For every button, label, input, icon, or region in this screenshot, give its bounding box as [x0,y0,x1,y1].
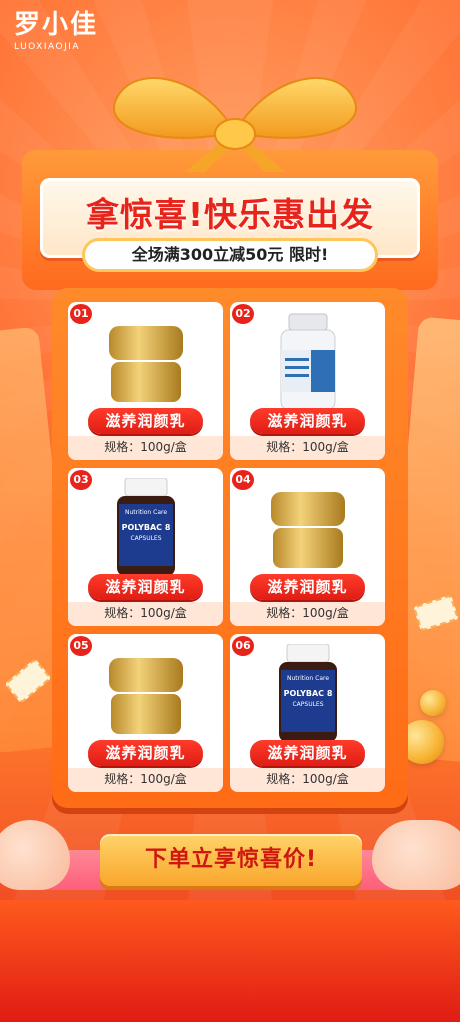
product-spec: 规格：100g/盒 [68,768,223,792]
product-spec: 规格：100g/盒 [230,436,385,460]
product-name: 滋养润颜乳 [250,740,365,766]
product-card-3[interactable]: 03 Nutrition Care POLYBAC 8 CAPSULES 滋养润… [68,468,223,626]
bottle-form: CAPSULES [292,701,323,708]
product-image [246,478,369,578]
logo-text-cn: 罗小佳 [14,10,99,40]
product-name: 滋养润颜乳 [250,574,365,600]
gold-jar-icon [270,492,345,568]
product-name: 滋养润颜乳 [88,740,203,766]
product-image [84,312,207,412]
brand-logo: 罗小佳 LUOXIAOJIA [14,10,98,52]
product-card-5[interactable]: 05 滋养润颜乳 规格：100g/盒 [68,634,223,792]
bottle-product: POLYBAC 8 [121,523,170,532]
order-now-button[interactable]: 下单立享惊喜价! [100,834,362,886]
product-card-6[interactable]: 06 Nutrition Care POLYBAC 8 CAPSULES 滋养润… [230,634,385,792]
promo-subtitle: 全场满300立减50元 限时! [82,238,378,272]
product-name: 滋养润颜乳 [88,574,203,600]
gold-jar-icon [108,326,183,402]
logo-text-en: LUOXIAOJIA [14,42,81,52]
bottle-product: POLYBAC 8 [283,689,332,698]
product-image: Nutrition Care POLYBAC 8 CAPSULES [84,478,207,578]
gold-jar-icon [108,658,183,734]
product-spec: 规格：100g/盒 [230,602,385,626]
product-card-2[interactable]: 02 滋养润颜乳 规格：100g/盒 [230,302,385,460]
product-name: 滋养润颜乳 [88,408,203,434]
right-hand-icon [372,820,460,890]
dark-bottle-icon: Nutrition Care POLYBAC 8 CAPSULES [278,644,337,742]
bottle-form: CAPSULES [130,535,161,542]
product-image [246,312,369,412]
ribbon-bow-icon [113,77,357,172]
product-image [84,644,207,744]
dark-bottle-icon: Nutrition Care POLYBAC 8 CAPSULES [116,478,175,576]
coin-icon [420,690,446,716]
product-card-1[interactable]: 01 滋养润颜乳 规格：100g/盒 [68,302,223,460]
bottle-brand: Nutrition Care [124,509,166,516]
product-name: 滋养润颜乳 [250,408,365,434]
page-title: 拿惊喜!快乐惠出发 [85,195,375,234]
product-spec: 规格：100g/盒 [68,602,223,626]
white-bottle-icon [280,313,335,411]
bottom-base [0,900,460,1022]
product-spec: 规格：100g/盒 [230,768,385,792]
bottle-brand: Nutrition Care [286,675,328,682]
product-spec: 规格：100g/盒 [68,436,223,460]
product-card-4[interactable]: 04 滋养润颜乳 规格：100g/盒 [230,468,385,626]
product-image: Nutrition Care POLYBAC 8 CAPSULES [246,644,369,744]
